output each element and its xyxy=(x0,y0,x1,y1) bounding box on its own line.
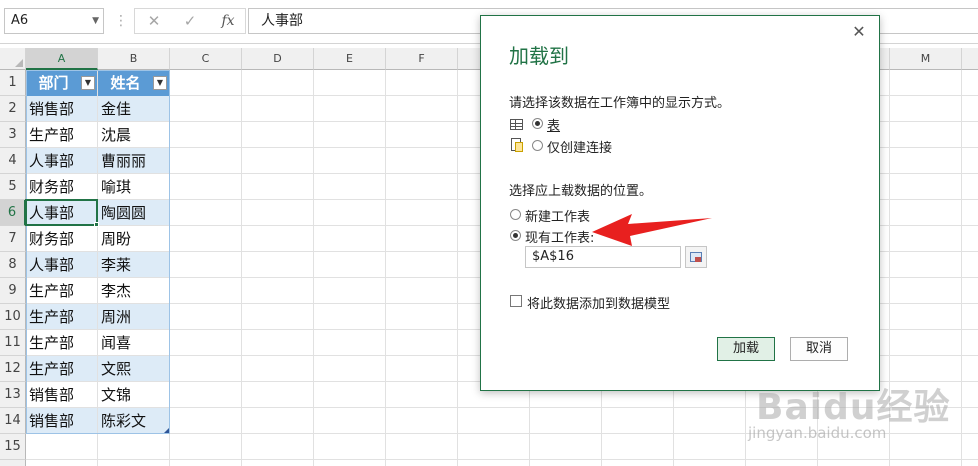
table-cell[interactable]: 人事部 xyxy=(26,200,97,225)
row-header-4[interactable]: 4 xyxy=(0,148,26,174)
table-cell[interactable]: 李莱 xyxy=(98,252,169,277)
name-box-value: A6 xyxy=(11,13,29,28)
row-header-16[interactable]: 16 xyxy=(0,460,26,466)
table-cell[interactable]: 财务部 xyxy=(26,226,97,251)
table-cell[interactable]: 生产部 xyxy=(26,122,97,147)
excel-window: A6 ▼ ⋮ ✕ ✓ fx 人事部 ABCDEFGHIJKLMN 1234567… xyxy=(0,0,978,466)
close-icon[interactable]: ✕ xyxy=(847,20,871,44)
gridline-column xyxy=(313,70,314,466)
column-header-e[interactable]: E xyxy=(314,48,386,70)
dialog-title: 加载到 xyxy=(509,44,569,68)
table-cell[interactable]: 销售部 xyxy=(26,96,97,121)
table-cell[interactable]: 生产部 xyxy=(26,304,97,329)
table-cell[interactable]: 文熙 xyxy=(98,356,169,381)
column-header-f[interactable]: F xyxy=(386,48,458,70)
table-cell[interactable]: 陶圆圆 xyxy=(98,200,169,225)
table-cell[interactable]: 生产部 xyxy=(26,330,97,355)
insert-function-icon[interactable]: fx xyxy=(213,9,243,33)
gridline-column xyxy=(457,70,458,466)
option-connection-label[interactable]: 仅创建连接 xyxy=(547,137,612,156)
cancel-button[interactable]: 取消 xyxy=(790,337,848,361)
table-cell[interactable]: 沈晨 xyxy=(98,122,169,147)
table-cell[interactable]: 生产部 xyxy=(26,356,97,381)
column-header-d[interactable]: D xyxy=(242,48,314,70)
chevron-down-icon[interactable]: ▼ xyxy=(92,9,99,33)
enter-icon[interactable]: ✓ xyxy=(175,9,205,33)
location-prompt: 选择应上载数据的位置。 xyxy=(509,184,653,199)
row-header-7[interactable]: 7 xyxy=(0,226,26,252)
option-table-label[interactable]: 表 xyxy=(547,115,560,134)
table-cell[interactable]: 销售部 xyxy=(26,382,97,407)
radio-connection-only[interactable] xyxy=(532,140,543,151)
table-cell[interactable]: 喻琪 xyxy=(98,174,169,199)
add-to-model-checkbox[interactable] xyxy=(510,295,522,307)
load-button[interactable]: 加载 xyxy=(717,337,775,361)
table-icon xyxy=(510,119,523,130)
gridline-column xyxy=(385,70,386,466)
table-cell[interactable]: 周盼 xyxy=(98,226,169,251)
table-cell[interactable]: 生产部 xyxy=(26,278,97,303)
drag-handle-icon[interactable]: ⋮ xyxy=(114,10,128,32)
location-input[interactable]: $A$16 xyxy=(525,246,681,268)
load-to-dialog: 加载到 ✕ 请选择该数据在工作簿中的显示方式。 表 仅创建连接 选择应上载数据的… xyxy=(480,15,880,391)
gridline-column xyxy=(169,70,170,466)
table-cell[interactable]: 文锦 xyxy=(98,382,169,407)
table-cell[interactable]: 闻喜 xyxy=(98,330,169,355)
table-resize-handle[interactable] xyxy=(164,428,169,433)
table-cell[interactable]: 周洲 xyxy=(98,304,169,329)
column-header-n[interactable]: N xyxy=(962,48,978,70)
formula-buttons: ✕ ✓ fx xyxy=(134,8,246,34)
radio-existing-sheet[interactable] xyxy=(510,230,521,241)
row-header-13[interactable]: 13 xyxy=(0,382,26,408)
row-header-8[interactable]: 8 xyxy=(0,252,26,278)
row-header-12[interactable]: 12 xyxy=(0,356,26,382)
filter-dropdown-icon[interactable]: ▼ xyxy=(153,76,167,90)
table-cell[interactable]: 销售部 xyxy=(26,408,97,433)
table-cell[interactable]: 人事部 xyxy=(26,252,97,277)
add-to-model-label[interactable]: 将此数据添加到数据模型 xyxy=(527,293,670,312)
option-existing-sheet-label[interactable]: 现有工作表: xyxy=(525,227,594,246)
display-mode-prompt: 请选择该数据在工作簿中的显示方式。 xyxy=(509,96,731,111)
range-selector-icon[interactable] xyxy=(685,246,707,268)
table-cell[interactable]: 陈彩文 xyxy=(98,408,169,433)
table-cell[interactable]: 财务部 xyxy=(26,174,97,199)
connection-icon xyxy=(511,138,523,153)
row-header-9[interactable]: 9 xyxy=(0,278,26,304)
row-header-2[interactable]: 2 xyxy=(0,96,26,122)
row-header-1[interactable]: 1 xyxy=(0,70,26,96)
fill-handle[interactable] xyxy=(94,222,99,227)
table-cell[interactable]: 人事部 xyxy=(26,148,97,173)
gridline-column xyxy=(241,70,242,466)
row-header-11[interactable]: 11 xyxy=(0,330,26,356)
select-all-corner[interactable] xyxy=(0,48,26,70)
name-box[interactable]: A6 ▼ xyxy=(4,8,104,34)
table-cell[interactable]: 李杰 xyxy=(98,278,169,303)
column-header-m[interactable]: M xyxy=(890,48,962,70)
column-header-b[interactable]: B xyxy=(98,48,170,70)
filter-dropdown-icon[interactable]: ▼ xyxy=(81,76,95,90)
row-header-14[interactable]: 14 xyxy=(0,408,26,434)
cancel-icon[interactable]: ✕ xyxy=(139,9,169,33)
row-header-6[interactable]: 6 xyxy=(0,200,26,226)
row-header-15[interactable]: 15 xyxy=(0,434,26,460)
table-cell[interactable]: 金佳 xyxy=(98,96,169,121)
column-header-c[interactable]: C xyxy=(170,48,242,70)
option-new-sheet-label[interactable]: 新建工作表 xyxy=(525,206,590,225)
row-header-5[interactable]: 5 xyxy=(0,174,26,200)
gridline-column xyxy=(961,70,962,466)
column-header-a[interactable]: A xyxy=(26,48,98,70)
row-header-10[interactable]: 10 xyxy=(0,304,26,330)
row-header-3[interactable]: 3 xyxy=(0,122,26,148)
gridline-column xyxy=(889,70,890,466)
radio-new-sheet[interactable] xyxy=(510,209,521,220)
table-cell[interactable]: 曹丽丽 xyxy=(98,148,169,173)
radio-table[interactable] xyxy=(532,118,543,129)
